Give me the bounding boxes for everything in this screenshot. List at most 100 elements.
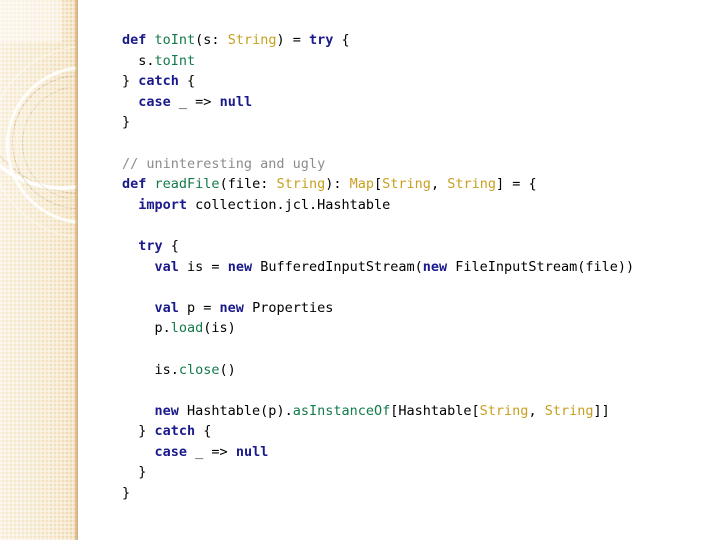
code-line: new Hashtable(p).asInstanceOf[Hashtable[… <box>122 401 702 422</box>
code-line: } <box>122 112 702 133</box>
code-token-kw: def <box>122 176 147 193</box>
code-token-kw: val <box>154 258 179 275</box>
code-line: } catch { <box>122 421 702 442</box>
slide-canvas: def toInt(s: String) = try { s.toInt} ca… <box>0 0 720 540</box>
code-token-plain: s. <box>122 52 155 69</box>
code-token-kw: null <box>219 93 253 110</box>
code-line: val is = new BufferedInputStream(new Fil… <box>122 257 702 278</box>
code-token-plain: { <box>333 32 350 48</box>
code-token-plain: Hashtable(p). <box>178 402 293 419</box>
code-token-type: String <box>276 176 326 193</box>
code-token-plain: _ => <box>187 443 236 460</box>
code-token-plain: { <box>195 423 212 440</box>
code-token-plain: (s: <box>195 32 228 48</box>
decorative-ring-inner <box>22 86 78 200</box>
code-token-plain: ): <box>325 176 350 193</box>
sidebar-texture-overlay <box>0 0 78 540</box>
code-token-plain: } <box>122 485 131 502</box>
code-token-fn: load <box>170 320 204 337</box>
code-token-plain: (file: <box>219 176 277 193</box>
code-token-type: Map <box>349 176 375 193</box>
code-token-plain: } <box>122 73 139 90</box>
code-token-plain: _ => <box>170 93 220 110</box>
code-line: try { <box>122 236 702 257</box>
code-line: } <box>122 462 702 483</box>
code-token-plain: [Hashtable[ <box>390 402 480 419</box>
code-token-kw: val <box>154 299 179 316</box>
code-token-plain: , <box>430 176 448 193</box>
code-token-plain: collection.jcl.Hashtable <box>187 196 391 213</box>
code-block: def toInt(s: String) = try { s.toInt} ca… <box>122 30 702 504</box>
code-token-plain: ]] <box>593 402 610 419</box>
code-token-plain: { <box>178 73 196 90</box>
code-token-kw: new <box>219 299 244 316</box>
code-token-fn: toInt <box>154 32 196 48</box>
code-token-plain: } <box>122 464 147 481</box>
code-token-kw: def <box>122 32 147 48</box>
code-token-fn: toInt <box>154 52 196 69</box>
code-token-kw: try <box>138 237 163 254</box>
code-token-kw: case <box>154 443 188 460</box>
code-token-plain: ] = { <box>496 176 537 193</box>
code-token-plain: (is) <box>203 320 236 337</box>
code-line: case _ => null <box>122 442 702 463</box>
code-token-plain: } <box>122 423 155 440</box>
code-token-kw: case <box>138 93 171 110</box>
code-token-plain: } <box>122 114 131 131</box>
code-token-plain: , <box>528 402 545 419</box>
sidebar-top-left-panel <box>0 0 62 42</box>
code-line: def toInt(s: String) = try { <box>122 30 702 51</box>
code-token-type: String <box>479 402 529 419</box>
code-token-kw: import <box>138 196 188 213</box>
code-token-plain: { <box>162 237 179 254</box>
code-token-type: String <box>227 32 277 48</box>
code-token-type: String <box>447 176 496 193</box>
decorative-arc-tan-large <box>0 0 78 194</box>
code-token-fn: readFile <box>154 176 220 193</box>
code-token-fn: asInstanceOf <box>292 402 391 419</box>
code-token-kw: catch <box>154 423 196 440</box>
code-token-plain: is. <box>122 361 179 378</box>
code-token-type: String <box>544 402 594 419</box>
code-line: case _ => null <box>122 92 702 113</box>
code-line: is.close() <box>122 360 702 381</box>
code-token-kw: try <box>308 32 334 48</box>
code-token-fn: close <box>178 361 220 378</box>
code-line: // uninteresting and ugly <box>122 154 702 175</box>
code-token-kw: new <box>227 258 253 275</box>
code-token-plain: ) = <box>276 32 309 48</box>
decorative-arc-white-thin <box>0 46 78 238</box>
code-token-kw: catch <box>138 73 179 90</box>
code-token-comment: // uninteresting and ugly <box>122 155 326 172</box>
decorative-arc-white-mid <box>6 66 78 224</box>
code-token-kw: null <box>235 443 269 460</box>
code-token-plain: () <box>219 361 236 378</box>
code-line: val p = new Properties <box>122 298 702 319</box>
code-line: import collection.jcl.Hashtable <box>122 195 702 216</box>
decorative-arc-white-large <box>0 0 78 190</box>
code-token-plain: p = <box>178 299 220 316</box>
code-line: } <box>122 483 702 504</box>
code-line: p.load(is) <box>122 318 702 339</box>
code-token-plain: BufferedInputStream( <box>252 258 423 275</box>
code-token-plain: Properties <box>243 299 334 316</box>
decorative-sidebar <box>0 0 78 540</box>
code-token-plain: is = <box>178 258 228 275</box>
code-token-kw: new <box>154 402 179 419</box>
code-line: def readFile(file: String): Map[String, … <box>122 174 702 195</box>
code-token-plain: [ <box>374 176 383 193</box>
